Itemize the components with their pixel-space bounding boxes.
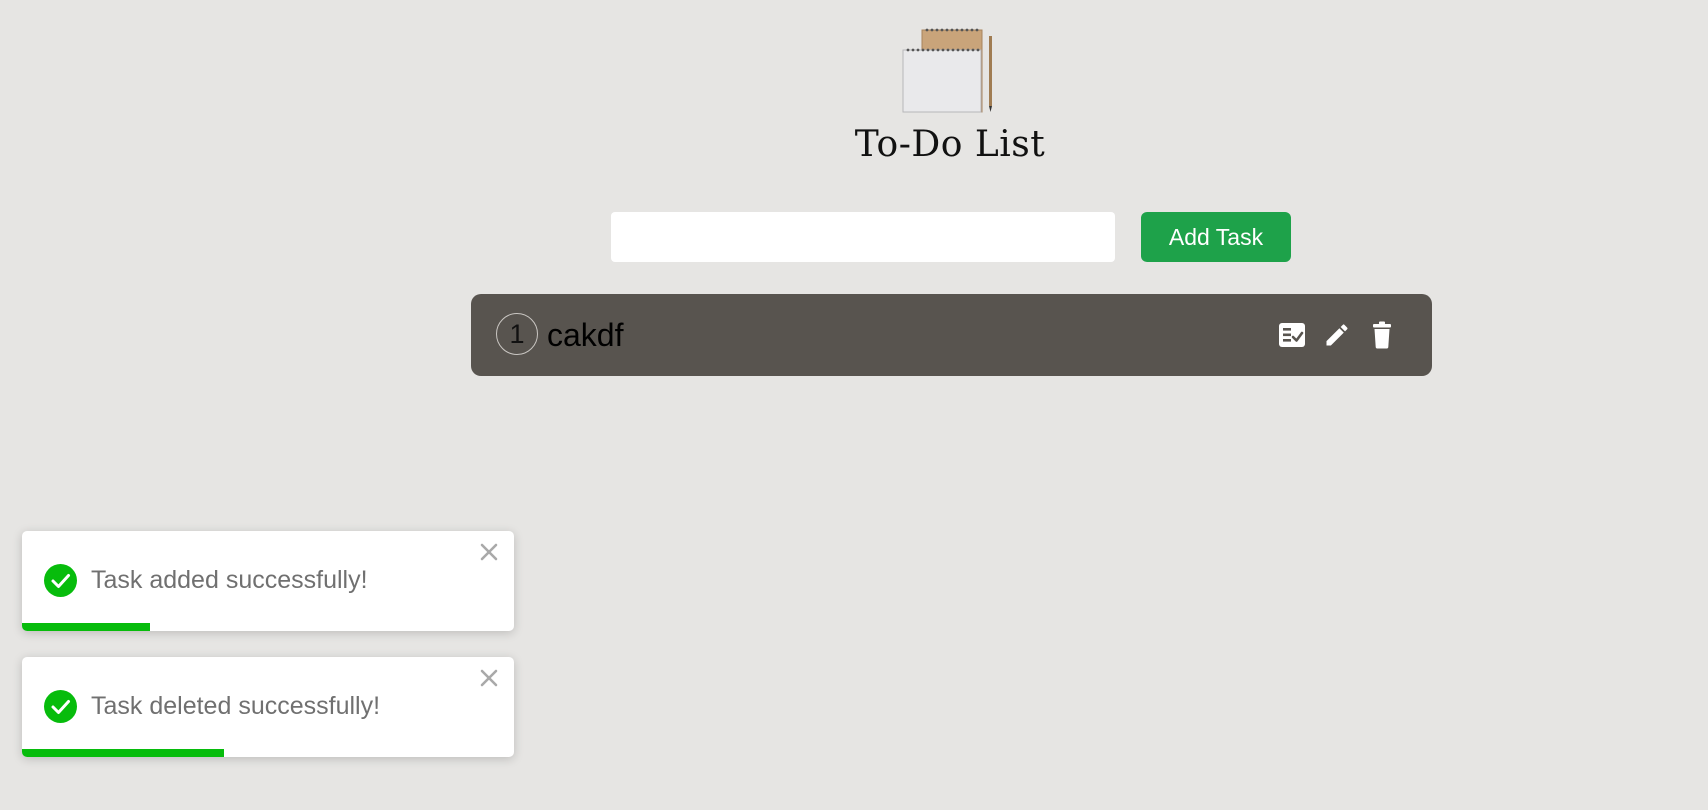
- success-check-icon: [44, 690, 77, 723]
- close-icon[interactable]: [478, 541, 500, 563]
- toast-message: Task deleted successfully!: [91, 692, 381, 720]
- task-number-badge: 1: [496, 313, 538, 355]
- delete-icon[interactable]: [1368, 320, 1396, 350]
- toast-progress-bar: [22, 749, 224, 757]
- app-title: To-Do List: [854, 124, 1046, 165]
- toast-notification: Task deleted successfully!: [22, 657, 514, 757]
- task-text: cakdf: [547, 317, 624, 353]
- toast-notification: Task added successfully!: [22, 531, 514, 631]
- toast-progress-bar: [22, 623, 150, 631]
- add-task-button[interactable]: Add Task: [1141, 212, 1291, 262]
- close-icon[interactable]: [478, 667, 500, 689]
- complete-icon[interactable]: [1278, 320, 1306, 350]
- toast-message: Task added successfully!: [91, 566, 368, 594]
- task-item: 1 cakdf: [471, 294, 1432, 376]
- notebook-logo: [900, 26, 1000, 116]
- edit-icon[interactable]: [1323, 320, 1351, 350]
- task-input[interactable]: [611, 212, 1115, 262]
- task-actions: [1278, 320, 1396, 350]
- success-check-icon: [44, 564, 77, 597]
